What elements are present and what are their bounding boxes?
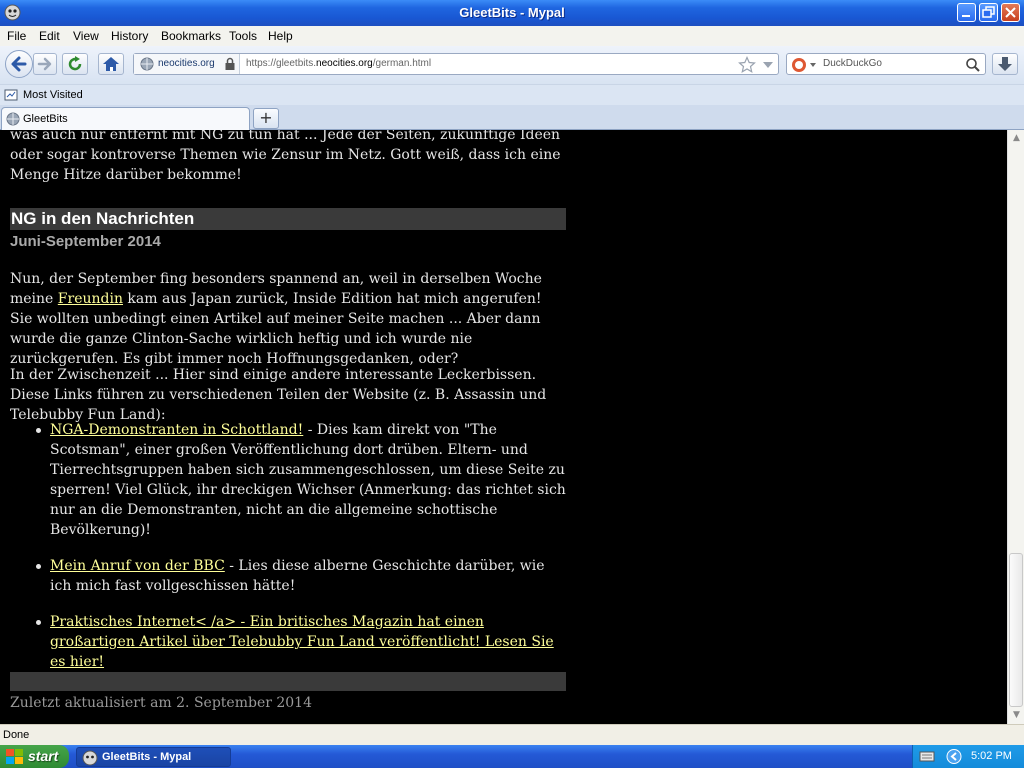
- globe-icon: [140, 57, 154, 71]
- status-text: Done: [3, 729, 30, 741]
- status-bar: Done: [0, 724, 1024, 745]
- system-tray: 5:02 PM: [912, 745, 1024, 768]
- last-updated-text: Zuletzt aktualisiert am 2. September 201…: [10, 695, 312, 711]
- tab-strip: GleetBits +: [0, 105, 1024, 130]
- search-bar[interactable]: DuckDuckGo: [786, 53, 986, 75]
- home-button[interactable]: [98, 53, 124, 75]
- back-button[interactable]: [5, 50, 33, 78]
- download-arrow-icon: [998, 57, 1012, 71]
- scroll-up-arrow-icon[interactable]: ▲: [1008, 130, 1024, 147]
- reload-icon: [68, 56, 82, 71]
- bookmarks-toolbar: Most Visited: [0, 84, 1024, 105]
- section-subheading: Juni-September 2014: [10, 233, 161, 250]
- close-window-button[interactable]: [1001, 3, 1020, 22]
- site-identity-button[interactable]: neocities.org: [134, 54, 240, 74]
- restore-icon: [982, 6, 995, 18]
- vertical-scrollbar[interactable]: ▲ ▼: [1007, 130, 1024, 724]
- close-icon: [1005, 7, 1016, 18]
- tab-gleetbits[interactable]: GleetBits: [1, 107, 250, 130]
- windows-logo-icon: [6, 749, 23, 764]
- list-item: NGA-Demonstranten in Schottland! - Dies …: [30, 420, 570, 540]
- start-button[interactable]: start: [0, 745, 69, 768]
- new-tab-button[interactable]: +: [253, 108, 279, 129]
- menu-bookmarks[interactable]: Bookmarks: [161, 29, 221, 43]
- scrollbar-thumb[interactable]: [1009, 553, 1023, 707]
- bookmark-star-icon[interactable]: [738, 56, 756, 74]
- menu-history[interactable]: History: [111, 29, 148, 43]
- bbc-call-link[interactable]: Mein Anruf von der BBC: [50, 558, 225, 574]
- menu-file[interactable]: File: [7, 29, 26, 43]
- duckduckgo-engine-icon[interactable]: [791, 56, 817, 74]
- links-intro-paragraph: In der Zwischenzeit ... Hier sind einige…: [10, 367, 547, 423]
- url-bar[interactable]: neocities.org https://gleetbits.neocitie…: [133, 53, 779, 75]
- practical-internet-link[interactable]: Praktisches Internet< /a> - Ein britisch…: [50, 614, 554, 670]
- scroll-down-arrow-icon[interactable]: ▼: [1008, 707, 1024, 724]
- list-item: Mein Anruf von der BBC - Lies diese albe…: [30, 556, 570, 596]
- start-label: start: [28, 748, 59, 764]
- section-heading: NG in den Nachrichten: [11, 209, 195, 228]
- taskbar: start GleetBits - Mypal 5:02 PM: [0, 745, 1024, 768]
- menu-help[interactable]: Help: [268, 29, 293, 43]
- freundin-link[interactable]: Freundin: [58, 291, 123, 307]
- back-arrow-icon: [11, 56, 27, 72]
- list-item: Praktisches Internet< /a> - Ein britisch…: [30, 612, 570, 672]
- news-paragraph: Nun, der September fing besonders spanne…: [10, 271, 542, 367]
- show-hidden-icons-icon[interactable]: [946, 749, 962, 764]
- search-icon[interactable]: [965, 57, 981, 73]
- url-text[interactable]: https://gleetbits.neocities.org/german.h…: [246, 58, 431, 69]
- menu-tools[interactable]: Tools: [229, 29, 257, 43]
- news-links-list: NGA-Demonstranten in Schottland! - Dies …: [30, 420, 570, 688]
- downloads-button[interactable]: [992, 53, 1018, 75]
- keyboard-icon[interactable]: [919, 750, 935, 763]
- home-icon: [103, 57, 119, 71]
- forward-button[interactable]: [33, 53, 57, 75]
- reload-button[interactable]: [62, 53, 88, 75]
- site-identity-label: neocities.org: [158, 58, 215, 69]
- intro-paragraph: was auch nur entfernt mit NG zu tun hat …: [10, 130, 561, 183]
- window-title-bar: GleetBits - Mypal: [0, 0, 1024, 26]
- footer-bar: [10, 672, 566, 691]
- window-title: GleetBits - Mypal: [459, 5, 565, 20]
- scotland-protest-link[interactable]: NGA-Demonstranten in Schottland!: [50, 422, 303, 438]
- minimize-button[interactable]: [957, 3, 976, 22]
- minimize-icon: [962, 15, 970, 17]
- padlock-icon: [225, 57, 235, 70]
- restore-button[interactable]: [979, 3, 998, 22]
- page-content: was auch nur entfernt mit NG zu tun hat …: [0, 130, 1007, 724]
- bookmark-most-visited[interactable]: Most Visited: [23, 89, 83, 101]
- section-heading-bar: NG in den Nachrichten: [10, 208, 566, 230]
- most-visited-folder-icon: [4, 89, 18, 101]
- menu-edit[interactable]: Edit: [39, 29, 60, 43]
- clock: 5:02 PM: [971, 750, 1012, 762]
- taskbar-item-mypal[interactable]: GleetBits - Mypal: [76, 747, 231, 767]
- search-placeholder: DuckDuckGo: [823, 58, 882, 69]
- url-history-dropdown-icon[interactable]: [762, 60, 774, 70]
- menu-bar: File Edit View History Bookmarks Tools H…: [0, 26, 1024, 46]
- forward-arrow-icon: [37, 57, 52, 71]
- taskbar-item-label: GleetBits - Mypal: [102, 751, 192, 763]
- tab-label: GleetBits: [23, 113, 68, 125]
- site-favicon-icon: [6, 112, 20, 126]
- mypal-app-icon: [82, 750, 98, 766]
- navigation-toolbar: neocities.org https://gleetbits.neocitie…: [0, 46, 1024, 84]
- menu-view[interactable]: View: [73, 29, 99, 43]
- plus-icon: +: [259, 108, 273, 127]
